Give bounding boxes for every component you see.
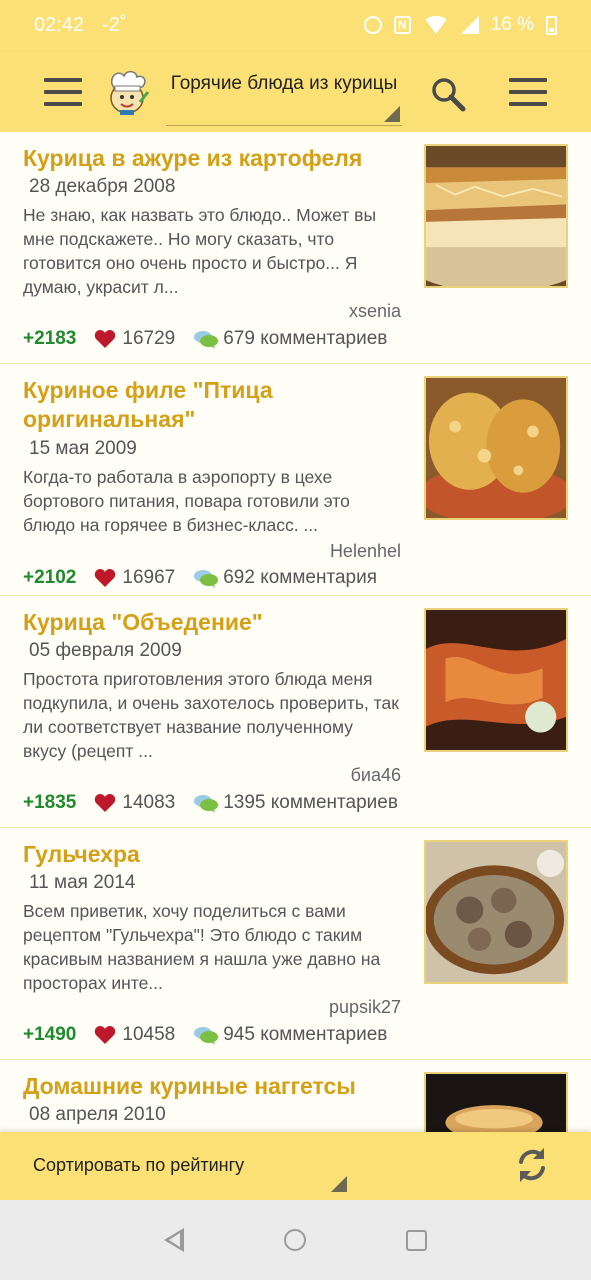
battery-percent: 16 %	[490, 14, 534, 35]
recipe-thumbnail[interactable]	[424, 608, 568, 752]
recipe-comments[interactable]: 679 комментариев	[223, 328, 387, 350]
recipe-thumbnail[interactable]	[424, 144, 568, 288]
recipe-score: +2183	[23, 328, 77, 349]
recipe-stats: +1835 14083 1395 комментариев	[23, 792, 398, 814]
recipe-author[interactable]: xsenia	[349, 301, 401, 322]
category-dropdown[interactable]: Горячие блюда из курицы	[166, 68, 402, 126]
recipe-likes: 16967	[122, 567, 176, 588]
recipe-thumbnail[interactable]	[424, 840, 568, 984]
wifi-icon	[422, 16, 449, 34]
app-toolbar: Горячие блюда из курицы	[0, 52, 591, 132]
recipe-title[interactable]: Курица в ажуре из картофеля	[23, 144, 413, 173]
recent-apps-icon[interactable]	[406, 1230, 427, 1251]
status-temperature: -2˚	[102, 14, 127, 36]
recipe-card[interactable]: Курица "Объедение" 05 февраля 2009 Прост…	[0, 596, 591, 828]
recipe-description: Всем приветик, хочу поделиться с вами ре…	[23, 901, 381, 993]
recipe-description: Когда-то работала в аэропорту в цехе бор…	[23, 467, 350, 535]
alarm-icon	[363, 16, 382, 34]
home-icon[interactable]	[284, 1229, 306, 1251]
nfc-icon: N	[393, 16, 411, 34]
recipe-card[interactable]: Курица в ажуре из картофеля 28 декабря 2…	[0, 132, 591, 364]
chef-logo-icon	[110, 70, 150, 115]
dropdown-arrow-icon	[384, 106, 400, 122]
sort-bar: Сортировать по рейтингу	[0, 1132, 591, 1200]
recipe-author[interactable]: pupsik27	[329, 997, 401, 1018]
recipe-comments[interactable]: 1395 комментариев	[223, 792, 398, 814]
recipe-date: 28 декабря 2008	[29, 176, 176, 197]
system-nav-bar	[0, 1200, 591, 1280]
menu-icon[interactable]	[509, 78, 547, 106]
recipe-description: Простота приготовления этого блюда меня …	[23, 669, 399, 761]
recipe-card[interactable]: Домашние куриные наггетсы 08 апреля 2010	[0, 1060, 591, 1132]
comments-icon[interactable]	[193, 793, 219, 813]
refresh-icon[interactable]	[513, 1146, 551, 1184]
hamburger-icon[interactable]	[44, 78, 82, 106]
recipe-author[interactable]: биа46	[351, 765, 401, 786]
recipe-date: 15 мая 2009	[29, 438, 137, 459]
recipe-likes: 10458	[122, 1024, 176, 1045]
battery-icon	[546, 15, 557, 35]
recipe-date: 08 апреля 2010	[29, 1104, 166, 1125]
status-time: 02:42	[34, 14, 85, 36]
recipe-author[interactable]: Helenhel	[330, 541, 401, 562]
status-bar: 02:42 -2˚ N 16 %	[0, 0, 591, 52]
heart-icon[interactable]	[94, 568, 116, 588]
heart-icon[interactable]	[94, 793, 116, 813]
recipe-likes: 14083	[122, 792, 176, 813]
recipe-date: 05 февраля 2009	[29, 640, 182, 661]
category-title: Горячие блюда из курицы	[170, 73, 398, 94]
signal-icon	[460, 16, 479, 34]
recipe-likes: 16729	[122, 328, 176, 349]
recipe-card[interactable]: Куриное филе "Птица оригинальная" 15 мая…	[0, 364, 591, 596]
recipe-score: +1835	[23, 792, 77, 813]
recipe-title[interactable]: Гульчехра	[23, 840, 413, 869]
recipe-title[interactable]: Куриное филе "Птица оригинальная"	[23, 376, 413, 434]
recipe-thumbnail[interactable]	[424, 1072, 568, 1132]
recipe-stats: +2183 16729 679 комментариев	[23, 328, 387, 350]
recipe-title[interactable]: Домашние куриные наггетсы	[23, 1072, 413, 1101]
recipe-comments[interactable]: 945 комментариев	[223, 1024, 387, 1046]
recipe-score: +1490	[23, 1024, 77, 1045]
search-icon[interactable]	[430, 76, 466, 112]
sort-dropdown[interactable]: Сортировать по рейтингу	[33, 1155, 244, 1176]
comments-icon[interactable]	[193, 568, 219, 588]
heart-icon[interactable]	[94, 1025, 116, 1045]
recipe-stats: +1490 10458 945 комментариев	[23, 1024, 387, 1046]
recipe-score: +2102	[23, 567, 77, 588]
dropdown-arrow-icon[interactable]	[331, 1176, 347, 1192]
comments-icon[interactable]	[193, 1025, 219, 1045]
recipe-thumbnail[interactable]	[424, 376, 568, 520]
recipe-date: 11 мая 2014	[29, 872, 136, 893]
recipe-description: Не знаю, как назвать это блюдо.. Может в…	[23, 205, 377, 297]
recipe-stats: +2102 16967 692 комментария	[23, 567, 377, 589]
comments-icon[interactable]	[193, 329, 219, 349]
heart-icon[interactable]	[94, 329, 116, 349]
recipe-title[interactable]: Курица "Объедение"	[23, 608, 413, 637]
recipe-comments[interactable]: 692 комментария	[223, 567, 377, 589]
recipe-list: Курица в ажуре из картофеля 28 декабря 2…	[0, 132, 591, 1132]
recipe-card[interactable]: Гульчехра 11 мая 2014 Всем приветик, хоч…	[0, 828, 591, 1060]
back-icon[interactable]	[164, 1228, 184, 1252]
